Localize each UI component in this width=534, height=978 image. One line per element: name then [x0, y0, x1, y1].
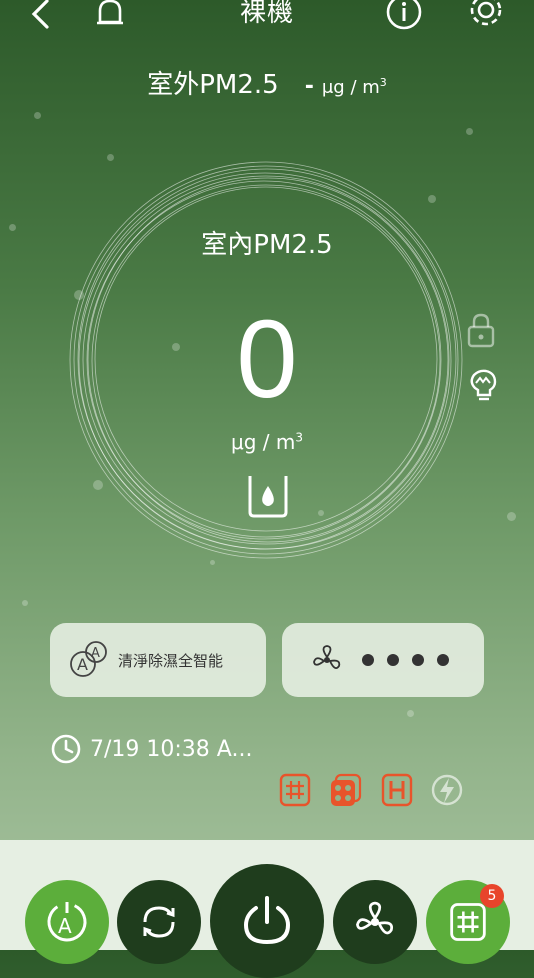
fan-speed-indicator: [362, 654, 449, 666]
refresh-icon: [143, 906, 175, 938]
outdoor-pm25: 室外PM2.5 - μg / m3: [0, 64, 534, 101]
power-icon: [243, 896, 291, 945]
bulb-icon[interactable]: [466, 368, 500, 404]
info-button[interactable]: [384, 0, 424, 34]
fan-speed-dot: [437, 654, 449, 666]
mode-card[interactable]: A A 清淨除濕全智能: [50, 623, 266, 697]
outdoor-unit: μg / m3: [321, 76, 387, 98]
water-tank-icon: [248, 476, 288, 518]
power-button[interactable]: [210, 864, 324, 978]
grid-mode-icon: [279, 773, 311, 807]
outdoor-value: -: [304, 74, 314, 99]
fan-speed-dot: [387, 654, 399, 666]
info-icon: [386, 0, 422, 30]
grid-badge: 5: [480, 884, 504, 908]
indoor-unit: μg / m3: [231, 430, 303, 454]
fan-speed-dot: [412, 654, 424, 666]
settings-button[interactable]: [466, 0, 506, 34]
indoor-value: 0: [236, 298, 298, 421]
filter-icon: [331, 773, 362, 806]
indoor-label: 室內PM2.5: [201, 230, 333, 260]
svg-text:A: A: [91, 646, 100, 661]
timer-text: 7/19 10:38 A...: [90, 736, 253, 762]
svg-text:A: A: [77, 655, 88, 674]
clock-icon: [51, 734, 81, 764]
lock-icon[interactable]: [464, 312, 498, 348]
auto-mode-icon: A A: [70, 641, 107, 677]
fan-speed-card[interactable]: [282, 623, 484, 697]
fan-speed-dot: [362, 654, 374, 666]
fan-button[interactable]: [333, 880, 417, 964]
timer[interactable]: 7/19 10:38 A...: [50, 733, 252, 765]
gear-icon: [470, 0, 502, 26]
power-boost-icon: [431, 774, 463, 806]
bottom-nav: A 5: [0, 840, 534, 978]
humidity-high-icon: [381, 773, 413, 807]
cycle-button[interactable]: [117, 880, 201, 964]
page-title: 裸機: [239, 0, 294, 28]
mode-label: 清淨除濕全智能: [118, 651, 224, 670]
outdoor-label: 室外PM2.5: [147, 70, 279, 100]
fan-icon: [313, 645, 341, 669]
auto-mode-button[interactable]: A: [25, 880, 109, 964]
auto-icon: A: [47, 902, 87, 942]
svg-text:A: A: [58, 914, 72, 938]
grid-icon: [450, 903, 486, 941]
fan-icon: [356, 901, 393, 935]
